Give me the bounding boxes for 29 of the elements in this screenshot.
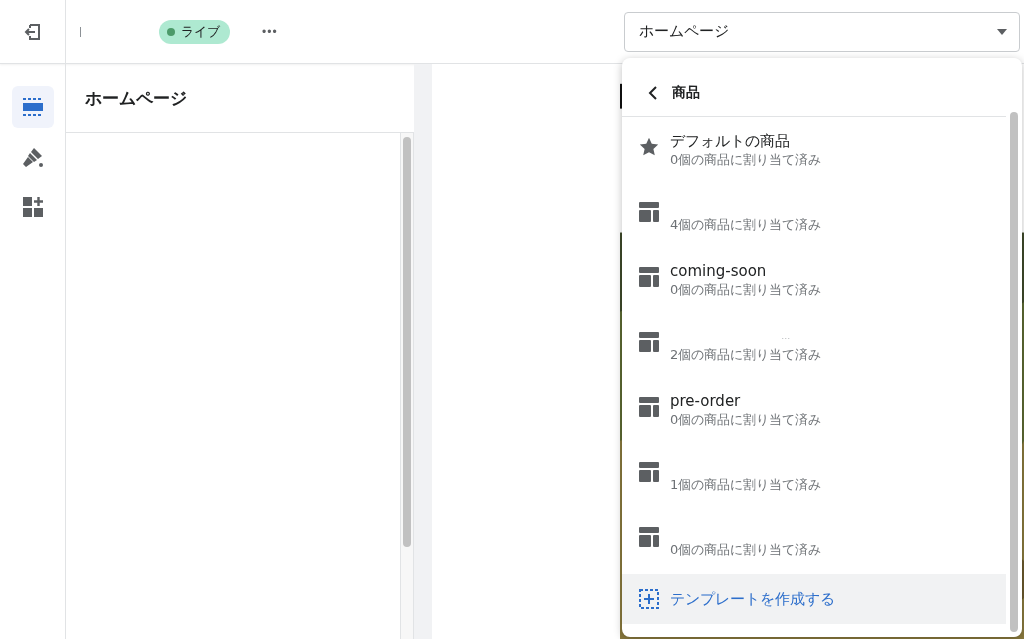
template-item[interactable]: pre-order 0個の商品に割り当て済み bbox=[622, 377, 1006, 442]
template-item[interactable]: 0個の商品に割り当て済み bbox=[622, 507, 1006, 572]
layout-icon bbox=[638, 525, 660, 548]
scrollbar-thumb[interactable] bbox=[403, 137, 411, 547]
panel-title: ホームページ bbox=[85, 86, 187, 110]
layout-icon bbox=[638, 330, 660, 353]
template-item[interactable]: … 2個の商品に割り当て済み bbox=[622, 312, 1006, 377]
template-item[interactable]: coming-soon 0個の商品に割り当て済み bbox=[622, 247, 1006, 312]
layout-icon bbox=[638, 460, 660, 483]
page-select[interactable]: ホームページ bbox=[624, 11, 1020, 52]
scrollbar-thumb[interactable] bbox=[1010, 112, 1018, 632]
template-item[interactable]: 1個の商品に割り当て済み bbox=[622, 442, 1006, 507]
brush-icon bbox=[20, 145, 45, 169]
status-badge: ライブ bbox=[159, 19, 230, 44]
chevron-left-icon bbox=[648, 86, 658, 100]
back-button[interactable]: 商品 bbox=[622, 84, 700, 116]
caret-icon bbox=[997, 28, 1007, 35]
sections-tab[interactable] bbox=[11, 86, 54, 128]
exit-icon[interactable] bbox=[22, 21, 43, 42]
template-item[interactable]: デフォルトの商品 0個の商品に割り当て済み bbox=[622, 117, 1006, 182]
sections-icon bbox=[21, 96, 44, 118]
layout-icon bbox=[638, 200, 660, 223]
create-template-button[interactable]: テンプレートを作成する bbox=[622, 574, 1006, 624]
template-item[interactable]: 4個の商品に割り当て済み bbox=[622, 182, 1006, 247]
more-button[interactable]: ••• bbox=[258, 22, 282, 41]
layout-icon bbox=[638, 395, 660, 418]
layout-icon bbox=[638, 265, 660, 288]
add-blocks-icon bbox=[21, 196, 44, 218]
dashed-plus-icon bbox=[638, 588, 660, 610]
